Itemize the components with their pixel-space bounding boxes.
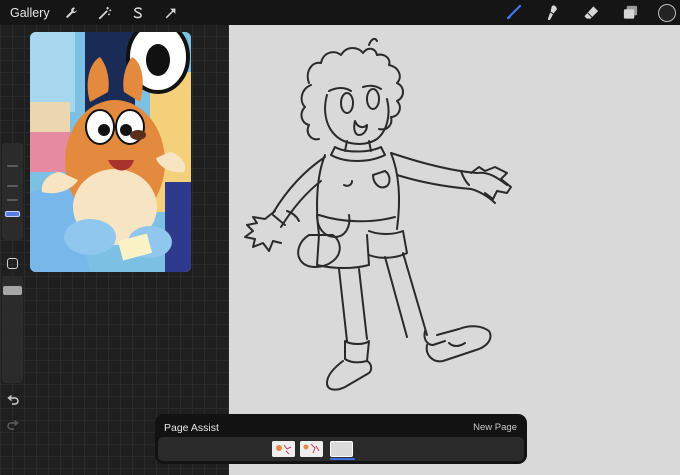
top-toolbar: Gallery: [0, 0, 680, 25]
brush-size-thumb[interactable]: [5, 211, 20, 217]
layers-icon[interactable]: [618, 3, 642, 23]
brush-size-slider[interactable]: [2, 143, 23, 240]
selection-icon[interactable]: [128, 3, 148, 23]
wrench-icon[interactable]: [62, 3, 82, 23]
slider-tick: [7, 199, 18, 201]
gallery-button[interactable]: Gallery: [10, 6, 50, 20]
eraser-icon[interactable]: [579, 3, 603, 23]
page-thumbnail-3[interactable]: [330, 441, 353, 457]
drawing-canvas[interactable]: [229, 25, 680, 475]
magic-wand-icon[interactable]: [95, 3, 115, 23]
transform-arrow-icon[interactable]: [161, 3, 181, 23]
left-sidebar: [1, 143, 23, 433]
modify-button[interactable]: [7, 258, 18, 269]
page-thumbnail-2[interactable]: [300, 441, 323, 457]
brush-opacity-slider[interactable]: [2, 276, 23, 383]
redo-icon[interactable]: [5, 418, 20, 431]
page-assist-title: Page Assist: [164, 422, 219, 434]
slider-tick: [7, 165, 18, 167]
page-thumbnail-strip: [158, 437, 524, 461]
right-toolset: [486, 0, 680, 25]
active-page-indicator: [330, 458, 355, 460]
reference-image[interactable]: [30, 32, 191, 272]
color-picker-swatch[interactable]: [658, 3, 676, 22]
undo-icon[interactable]: [5, 393, 20, 406]
page-assist-panel: Page Assist New Page: [155, 414, 527, 464]
brush-opacity-thumb[interactable]: [3, 286, 22, 295]
page-thumbnail-1[interactable]: [272, 441, 295, 457]
sketch-artwork: [244, 37, 512, 391]
smudge-icon[interactable]: [540, 3, 564, 23]
brush-icon[interactable]: [501, 3, 525, 23]
new-page-button[interactable]: New Page: [473, 422, 517, 433]
slider-tick: [7, 185, 18, 187]
